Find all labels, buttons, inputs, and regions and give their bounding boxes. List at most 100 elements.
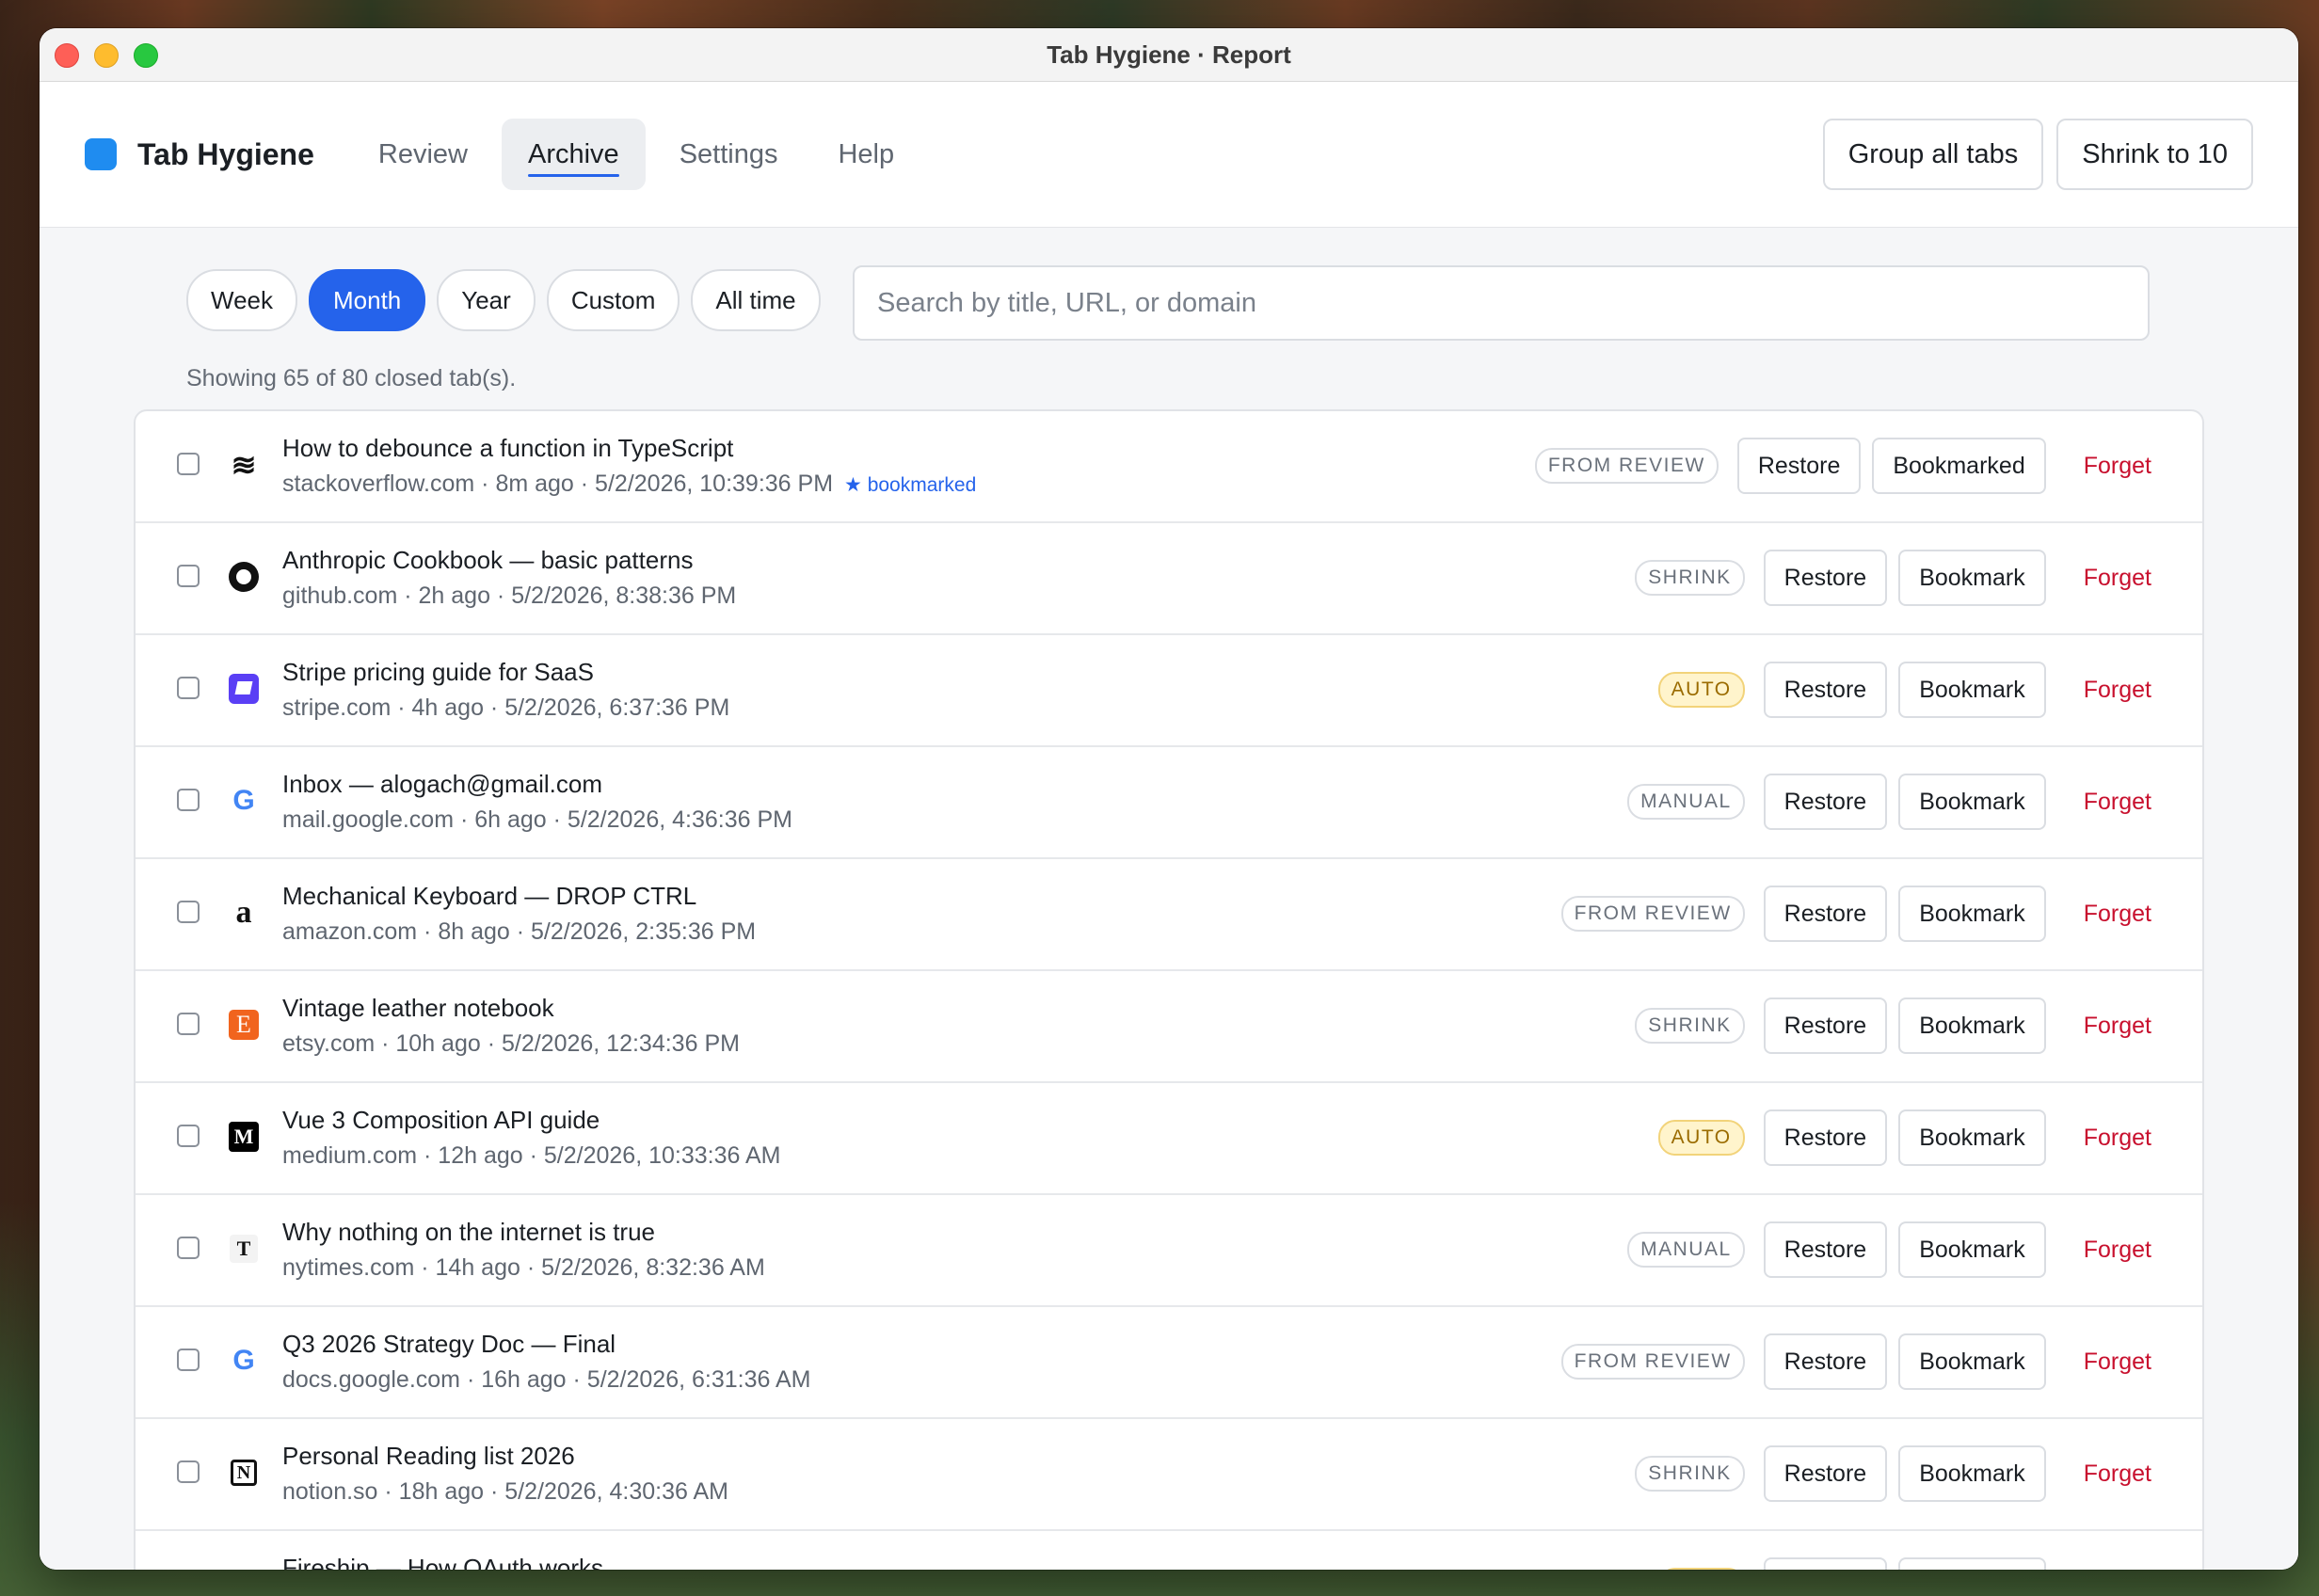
forget-button[interactable]: Forget bbox=[2074, 901, 2161, 928]
filter-custom[interactable]: Custom bbox=[546, 269, 680, 331]
tab-row: M Vue 3 Composition API guide medium.com ·… bbox=[136, 1083, 2202, 1195]
row-checkbox[interactable] bbox=[177, 1013, 200, 1035]
restore-button[interactable]: Restore bbox=[1763, 774, 1888, 830]
bookmarked-button[interactable]: Bookmarked bbox=[1872, 438, 2046, 494]
bookmark-button[interactable]: Bookmark bbox=[1898, 886, 2046, 942]
maximize-window-button[interactable] bbox=[134, 43, 158, 68]
forget-button[interactable]: Forget bbox=[2074, 789, 2161, 816]
restore-button[interactable]: Restore bbox=[1763, 550, 1888, 606]
row-checkbox[interactable] bbox=[177, 1460, 200, 1483]
restore-button[interactable]: Restore bbox=[1763, 662, 1888, 718]
bookmark-button[interactable]: Bookmark bbox=[1898, 1333, 2046, 1390]
filter-month[interactable]: Month bbox=[309, 269, 426, 331]
row-text: Fireship — How OAuth worksyoutube.com · … bbox=[282, 1552, 768, 1570]
close-reason-badge: AUTO bbox=[1657, 1568, 1745, 1570]
row-checkbox[interactable] bbox=[177, 1125, 200, 1147]
filter-year[interactable]: Year bbox=[437, 269, 536, 331]
group-all-tabs-button[interactable]: Group all tabs bbox=[1822, 119, 2044, 190]
tab-help[interactable]: Help bbox=[811, 119, 920, 190]
restore-button[interactable]: Restore bbox=[1763, 1221, 1888, 1278]
row-actions: SHRINK Restore Bookmark Forget bbox=[1635, 1445, 2161, 1502]
forget-button[interactable]: Forget bbox=[2074, 565, 2161, 592]
bookmark-button[interactable]: Bookmark bbox=[1898, 1109, 2046, 1166]
bookmark-button[interactable]: Bookmark bbox=[1898, 1445, 2046, 1502]
bookmark-button[interactable]: Bookmark bbox=[1898, 774, 2046, 830]
app-header: Tab Hygiene Review Archive Settings Help Gr… bbox=[40, 82, 2298, 228]
filter-all-time[interactable]: All time bbox=[691, 269, 821, 331]
row-actions: AUTO RestoreBookmark Forget bbox=[1657, 662, 2161, 718]
tab-title[interactable]: Mechanical Keyboard — DROP CTRL bbox=[282, 880, 756, 912]
row-checkbox[interactable] bbox=[177, 1237, 200, 1259]
close-reason-badge: FROM REVIEW bbox=[1534, 448, 1719, 484]
bookmark-button[interactable]: Bookmark bbox=[1898, 998, 2046, 1054]
row-checkbox[interactable] bbox=[177, 453, 200, 475]
medium-icon-glyph: M bbox=[229, 1122, 259, 1152]
restore-button[interactable]: Restore bbox=[1763, 886, 1888, 942]
row-checkbox[interactable] bbox=[177, 789, 200, 811]
tab-row: Anthropic Cookbook — basic patterns githu… bbox=[136, 523, 2202, 635]
tab-title[interactable]: Q3 2026 Strategy Doc — Final bbox=[282, 1328, 811, 1360]
tab-title[interactable]: Fireship — How OAuth works bbox=[282, 1552, 768, 1570]
tab-meta: notion.so · 18h ago · 5/2/2026, 4:30:36 … bbox=[282, 1476, 728, 1508]
tab-title[interactable]: Why nothing on the internet is true bbox=[282, 1216, 765, 1248]
tab-title[interactable]: How to debounce a function in TypeScript bbox=[282, 432, 976, 464]
tab-meta-text: amazon.com · 8h ago · 5/2/2026, 2:35:36 … bbox=[282, 918, 757, 945]
row-checkbox[interactable] bbox=[177, 901, 200, 923]
restore-button[interactable]: Restore bbox=[1736, 438, 1862, 494]
tab-archive[interactable]: Archive bbox=[501, 119, 646, 190]
tab-meta: github.com · 2h ago · 5/2/2026, 8:38:36 … bbox=[282, 580, 736, 612]
bookmark-button[interactable]: Bookmark bbox=[1898, 662, 2046, 718]
row-text: Why nothing on the internet is true nytim… bbox=[282, 1216, 765, 1284]
github-icon bbox=[228, 561, 260, 593]
google-icon: G bbox=[228, 785, 260, 817]
forget-button[interactable]: Forget bbox=[2074, 1349, 2161, 1376]
tab-review[interactable]: Review bbox=[352, 119, 494, 190]
bookmark-button[interactable]: Bookmark bbox=[1898, 1221, 2046, 1278]
stackoverflow-icon-glyph: ≋ bbox=[231, 448, 257, 482]
row-text: Anthropic Cookbook — basic patterns githu… bbox=[282, 544, 736, 612]
close-reason-badge: MANUAL bbox=[1627, 784, 1745, 820]
close-reason-badge: FROM REVIEW bbox=[1560, 896, 1745, 932]
bookmark-button[interactable]: Bookmark bbox=[1898, 1557, 2046, 1570]
tab-meta-text: notion.so · 18h ago · 5/2/2026, 4:30:36 … bbox=[282, 1478, 728, 1505]
tab-row: G Q3 2026 Strategy Doc — Final docs.google… bbox=[136, 1307, 2202, 1419]
close-window-button[interactable] bbox=[55, 43, 79, 68]
minimize-window-button[interactable] bbox=[94, 43, 119, 68]
restore-button[interactable]: Restore bbox=[1763, 1109, 1888, 1166]
restore-button[interactable]: Restore bbox=[1763, 1333, 1888, 1390]
restore-button[interactable]: Restore bbox=[1763, 1445, 1888, 1502]
forget-button[interactable]: Forget bbox=[2074, 1460, 2161, 1488]
search-input[interactable] bbox=[853, 265, 2150, 341]
row-checkbox[interactable] bbox=[177, 1349, 200, 1371]
close-reason-badge: AUTO bbox=[1657, 672, 1745, 708]
forget-button[interactable]: Forget bbox=[2074, 453, 2161, 480]
tab-title[interactable]: Anthropic Cookbook — basic patterns bbox=[282, 544, 736, 576]
forget-button[interactable]: Forget bbox=[2074, 1013, 2161, 1040]
row-text: How to debounce a function in TypeScript… bbox=[282, 432, 976, 502]
tab-meta: etsy.com · 10h ago · 5/2/2026, 12:34:36 … bbox=[282, 1028, 740, 1060]
notion-icon-glyph: N bbox=[231, 1460, 257, 1486]
brand: Tab Hygiene bbox=[85, 137, 314, 172]
filter-week[interactable]: Week bbox=[186, 269, 297, 331]
tab-settings[interactable]: Settings bbox=[653, 119, 805, 190]
results-summary: Showing 65 of 80 closed tab(s). bbox=[186, 365, 517, 391]
row-text: Inbox — alogach@gmail.com mail.google.com… bbox=[282, 768, 792, 836]
restore-button[interactable]: Restore bbox=[1763, 998, 1888, 1054]
tab-title[interactable]: Vintage leather notebook bbox=[282, 992, 740, 1024]
tab-title[interactable]: Vue 3 Composition API guide bbox=[282, 1104, 780, 1136]
shrink-to-10-button[interactable]: Shrink to 10 bbox=[2056, 119, 2253, 190]
tab-row: ≋ How to debounce a function in TypeScrip… bbox=[136, 411, 2202, 523]
tab-meta-text: medium.com · 12h ago · 5/2/2026, 10:33:3… bbox=[282, 1142, 781, 1169]
tab-title[interactable]: Personal Reading list 2026 bbox=[282, 1440, 728, 1472]
bookmark-button[interactable]: Bookmark bbox=[1898, 550, 2046, 606]
tab-meta: stackoverflow.com · 8m ago · 5/2/2026, 1… bbox=[282, 468, 976, 502]
row-checkbox[interactable] bbox=[177, 565, 200, 587]
forget-button[interactable]: Forget bbox=[2074, 1237, 2161, 1264]
tab-title[interactable]: Stripe pricing guide for SaaS bbox=[282, 656, 729, 688]
forget-button[interactable]: Forget bbox=[2074, 677, 2161, 704]
row-checkbox[interactable] bbox=[177, 677, 200, 699]
forget-button[interactable]: Forget bbox=[2074, 1125, 2161, 1152]
row-text: Vue 3 Composition API guide medium.com · … bbox=[282, 1104, 780, 1172]
tab-title[interactable]: Inbox — alogach@gmail.com bbox=[282, 768, 792, 800]
restore-button[interactable]: Restore bbox=[1763, 1557, 1888, 1570]
